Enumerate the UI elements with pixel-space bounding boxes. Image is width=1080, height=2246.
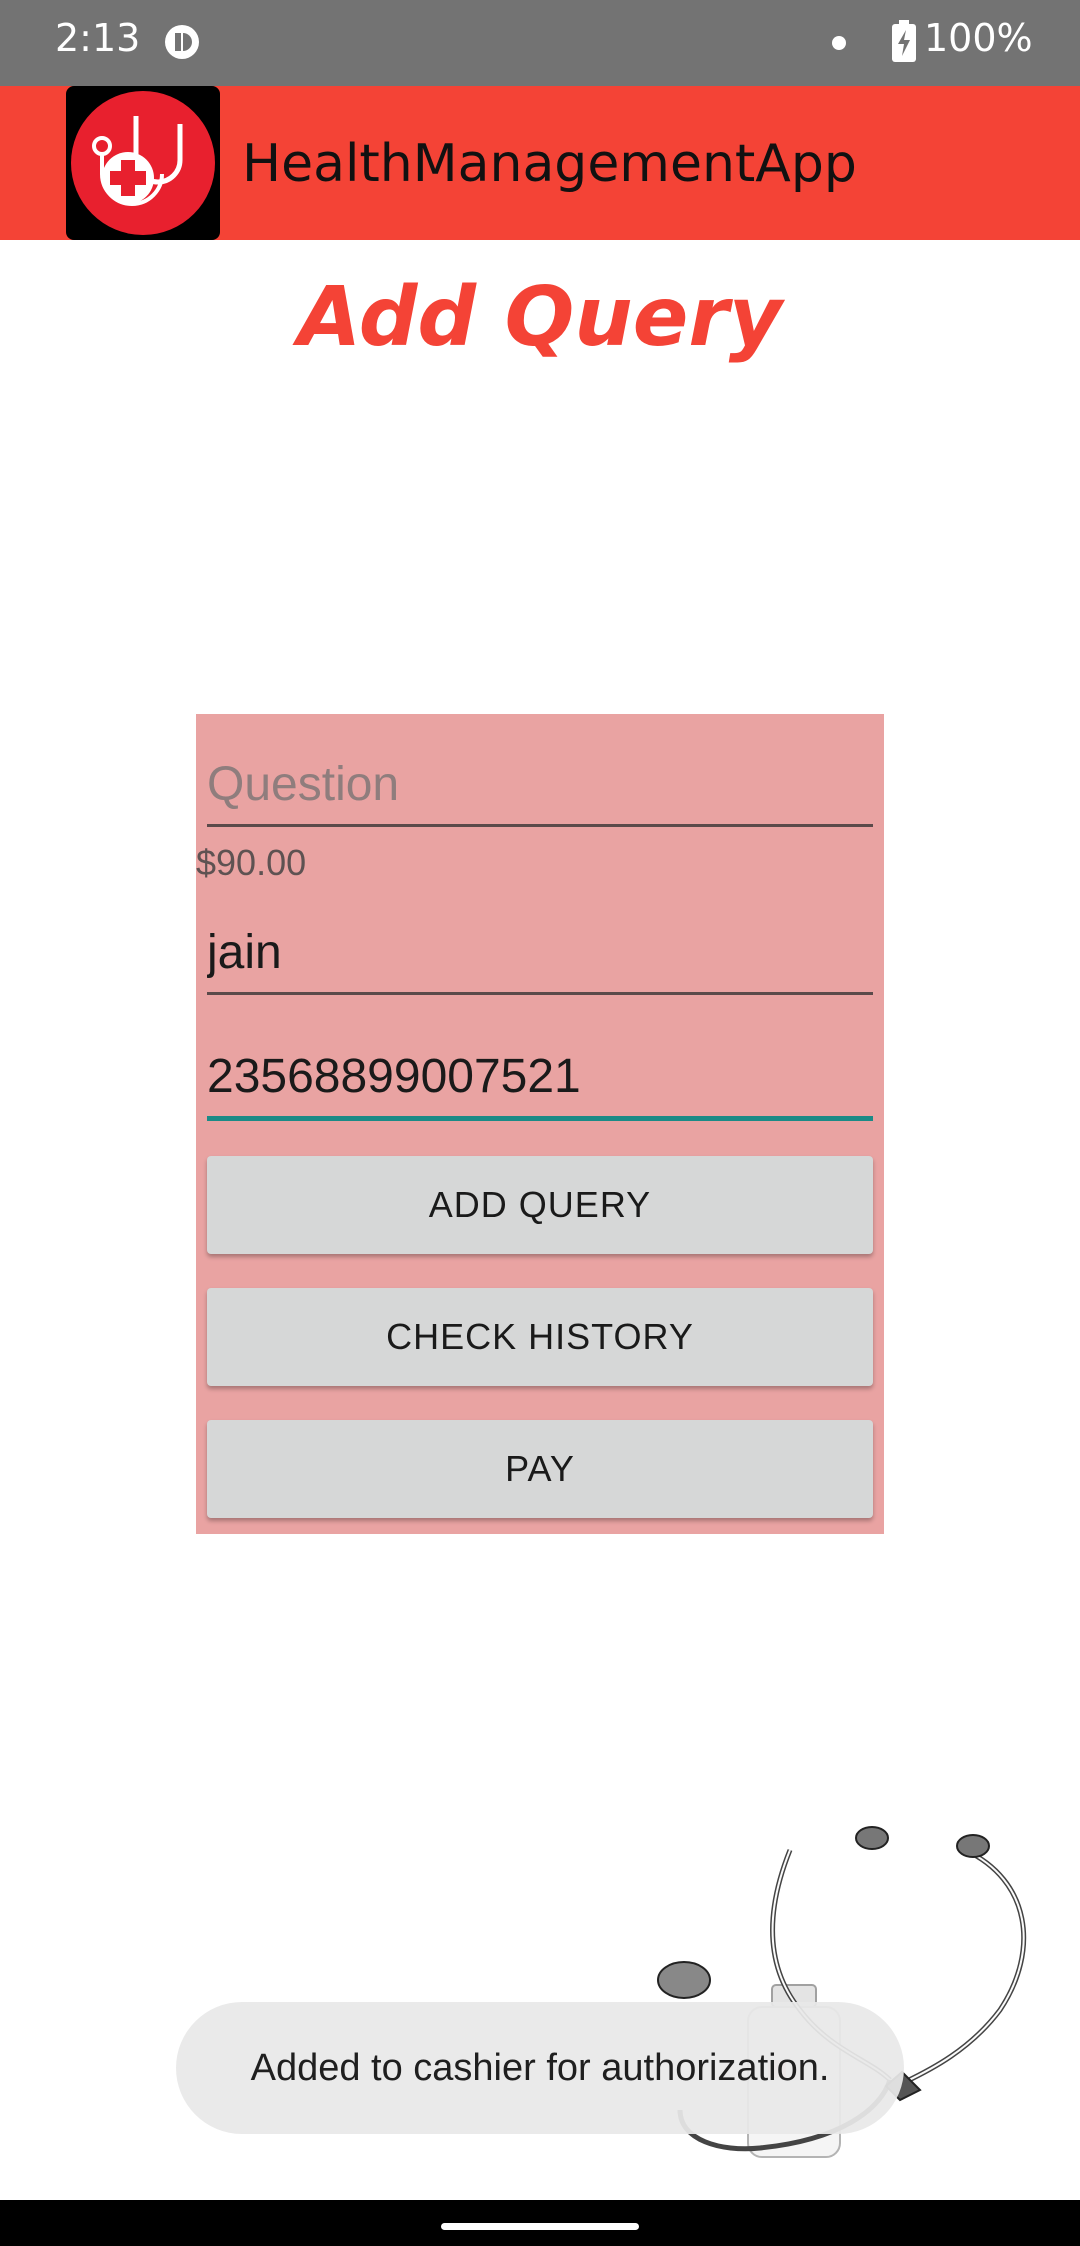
notification-dot-icon: [832, 36, 846, 50]
battery-percentage: 100%: [924, 16, 1033, 60]
notification-app-icon: [165, 25, 199, 59]
home-gesture-handle[interactable]: [441, 2223, 639, 2230]
app-logo-icon: [66, 86, 220, 240]
name-input[interactable]: [207, 912, 873, 995]
page-title: Add Query: [297, 270, 783, 365]
status-time: 2:13: [55, 16, 141, 60]
status-bar: 2:13 100%: [0, 0, 1080, 86]
question-input[interactable]: [207, 744, 873, 827]
card-number-input[interactable]: [207, 1036, 873, 1121]
add-query-button[interactable]: ADD QUERY: [207, 1156, 873, 1254]
screen: 2:13 100% HealthManagementApp Add Query …: [0, 0, 1080, 2246]
toast-message: Added to cashier for authorization.: [176, 2002, 904, 2134]
battery-charging-icon: [892, 20, 916, 62]
navigation-bar: [0, 2200, 1080, 2246]
app-bar: HealthManagementApp: [0, 86, 1080, 240]
query-form-panel: $90.00 ADD QUERY CHECK HISTORY PAY: [196, 714, 884, 1534]
pay-button[interactable]: PAY: [207, 1420, 873, 1518]
check-history-button[interactable]: CHECK HISTORY: [207, 1288, 873, 1386]
app-title: HealthManagementApp: [242, 134, 857, 194]
price-label: $90.00: [196, 842, 307, 883]
